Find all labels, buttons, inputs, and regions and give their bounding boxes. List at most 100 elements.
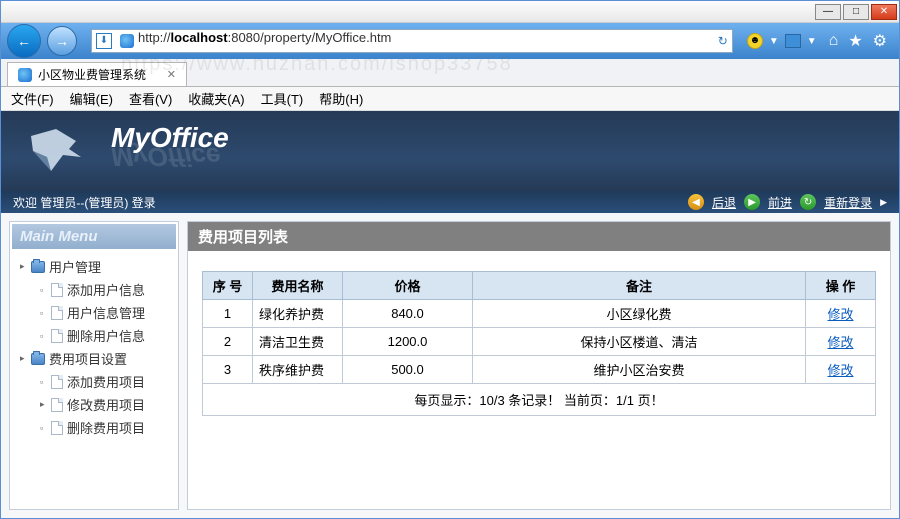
tree-group-label: 用户管理 xyxy=(49,257,101,276)
cell-price: 1200.0 xyxy=(343,328,473,356)
tree-group-users[interactable]: ▸ 用户管理 xyxy=(20,255,172,278)
bullet-icon: ▫ xyxy=(40,423,47,433)
window-close-button[interactable]: ✕ xyxy=(871,4,897,20)
col-remark: 备注 xyxy=(473,272,806,300)
tree-item-label: 删除用户信息 xyxy=(67,326,145,345)
table-row: 1 绿化养护费 840.0 小区绿化费 修改 xyxy=(203,300,876,328)
menu-tools[interactable]: 工具(T) xyxy=(261,89,304,108)
menu-bar: 文件(F) 编辑(E) 查看(V) 收藏夹(A) 工具(T) 帮助(H) xyxy=(1,87,899,111)
page-icon xyxy=(51,306,63,320)
main-panel: 费用项目列表 序 号 费用名称 价格 备注 操 作 1 绿化养护费 840.0 … xyxy=(187,221,891,510)
edit-link[interactable]: 修改 xyxy=(827,363,853,378)
pager-text: 每页显示：10/3 条记录！ 当前页：1/1 页！ xyxy=(202,384,876,416)
tree-toggle-icon[interactable]: ▸ xyxy=(20,261,27,272)
tree-toggle-icon[interactable]: ▸ xyxy=(40,399,47,410)
cell-price: 840.0 xyxy=(343,300,473,328)
table-row: 2 清洁卫生费 1200.0 保持小区楼道、清洁 修改 xyxy=(203,328,876,356)
tree-item-label: 添加用户信息 xyxy=(67,280,145,299)
menu-favorites[interactable]: 收藏夹(A) xyxy=(188,89,244,108)
smiley-icon[interactable]: ☻ xyxy=(747,33,763,49)
col-name: 费用名称 xyxy=(253,272,343,300)
window-minimize-button[interactable]: — xyxy=(815,4,841,20)
fee-table: 序 号 费用名称 价格 备注 操 作 1 绿化养护费 840.0 小区绿化费 修… xyxy=(202,271,876,384)
folder-icon xyxy=(31,261,45,273)
tree-group-label: 费用项目设置 xyxy=(49,349,127,368)
browser-tab[interactable]: 小区物业费管理系统 ✕ xyxy=(7,62,187,86)
menu-view[interactable]: 查看(V) xyxy=(129,89,172,108)
dropdown-icon[interactable]: ▼ xyxy=(769,36,779,47)
cell-name: 秩序维护费 xyxy=(253,356,343,384)
tree-item[interactable]: ▫添加费用项目 xyxy=(40,370,172,393)
nav-tree: ▸ 用户管理 ▫添加用户信息 ▫用户信息管理 ▫删除用户信息 ▸ 费用项目设置 … xyxy=(12,249,176,445)
cell-name: 清洁卫生费 xyxy=(253,328,343,356)
cell-remark: 维护小区治安费 xyxy=(473,356,806,384)
bullet-icon: ▫ xyxy=(40,331,47,341)
tree-item-label: 修改费用项目 xyxy=(67,395,145,414)
window-maximize-button[interactable]: □ xyxy=(843,4,869,20)
nav-back-icon: ◀ xyxy=(688,194,704,210)
dropdown-icon-2[interactable]: ▼ xyxy=(807,36,817,47)
menu-edit[interactable]: 编辑(E) xyxy=(70,89,113,108)
settings-gear-icon[interactable]: ⚙ xyxy=(873,31,887,51)
bullet-icon: ▫ xyxy=(40,377,47,387)
edit-link[interactable]: 修改 xyxy=(827,307,853,322)
app-header: MyOffice MyOffice xyxy=(1,111,899,191)
edit-link[interactable]: 修改 xyxy=(827,335,853,350)
folder-icon xyxy=(31,353,45,365)
logo-bird-icon xyxy=(21,121,101,181)
cell-no: 2 xyxy=(203,328,253,356)
cell-remark: 小区绿化费 xyxy=(473,300,806,328)
tab-favicon xyxy=(18,68,32,82)
menu-help[interactable]: 帮助(H) xyxy=(319,89,363,108)
table-row: 3 秩序维护费 500.0 维护小区治安费 修改 xyxy=(203,356,876,384)
page-icon xyxy=(51,375,63,389)
url-text[interactable]: http://localhost:8080/property/MyOffice.… xyxy=(138,30,714,52)
tab-close-icon[interactable]: ✕ xyxy=(167,68,176,81)
tree-item-label: 用户信息管理 xyxy=(67,303,145,322)
browser-forward-button[interactable]: → xyxy=(47,26,77,56)
relogin-chevron-icon[interactable]: ▶ xyxy=(880,197,887,208)
page-icon xyxy=(51,283,63,297)
tree-item[interactable]: ▫ 用户信息管理 xyxy=(40,301,172,324)
home-icon[interactable]: ⌂ xyxy=(829,32,839,50)
cell-remark: 保持小区楼道、清洁 xyxy=(473,328,806,356)
app-name-reflection: MyOffice xyxy=(111,144,229,170)
tab-title: 小区物业费管理系统 xyxy=(38,66,146,83)
security-shield-icon[interactable]: ⬇ xyxy=(96,33,112,49)
tree-group-fees[interactable]: ▸ 费用项目设置 xyxy=(20,347,172,370)
sidebar-title: Main Menu xyxy=(12,224,176,249)
page-icon xyxy=(51,421,63,435)
page-title: 费用项目列表 xyxy=(188,222,890,251)
address-bar[interactable]: ⬇ http://localhost:8080/property/MyOffic… xyxy=(91,29,733,53)
tree-item-label: 删除费用项目 xyxy=(67,418,145,437)
nav-forward-link[interactable]: 前进 xyxy=(768,194,792,211)
cell-name: 绿化养护费 xyxy=(253,300,343,328)
menu-file[interactable]: 文件(F) xyxy=(11,89,54,108)
nav-back-link[interactable]: 后退 xyxy=(712,194,736,211)
favorites-icon[interactable]: ★ xyxy=(848,31,862,51)
browser-back-button[interactable]: ← xyxy=(7,24,41,58)
bullet-icon: ▫ xyxy=(40,308,47,318)
page-icon xyxy=(51,329,63,343)
picture-icon[interactable] xyxy=(785,34,801,48)
col-no: 序 号 xyxy=(203,272,253,300)
ie-icon xyxy=(120,34,134,48)
nav-forward-icon: ▶ xyxy=(744,194,760,210)
tree-item[interactable]: ▫ 添加用户信息 xyxy=(40,278,172,301)
col-op: 操 作 xyxy=(806,272,876,300)
tree-item[interactable]: ▸ 修改费用项目 xyxy=(40,393,172,416)
refresh-icon[interactable]: ↻ xyxy=(718,34,728,48)
cell-no: 1 xyxy=(203,300,253,328)
cell-no: 3 xyxy=(203,356,253,384)
tree-item[interactable]: ▫ 删除费用项目 xyxy=(40,416,172,439)
welcome-text: 欢迎 管理员--(管理员) 登录 xyxy=(13,194,156,211)
relogin-icon: ↻ xyxy=(800,194,816,210)
tree-item[interactable]: ▫ 删除用户信息 xyxy=(40,324,172,347)
sidebar: Main Menu ▸ 用户管理 ▫ 添加用户信息 ▫ 用户信息管理 ▫ 删除用户信息… xyxy=(9,221,179,510)
col-price: 价格 xyxy=(343,272,473,300)
tree-toggle-icon[interactable]: ▸ xyxy=(20,353,27,364)
page-icon xyxy=(51,398,63,412)
cell-price: 500.0 xyxy=(343,356,473,384)
bullet-icon: ▫ xyxy=(40,285,47,295)
relogin-link[interactable]: 重新登录 xyxy=(824,194,872,211)
